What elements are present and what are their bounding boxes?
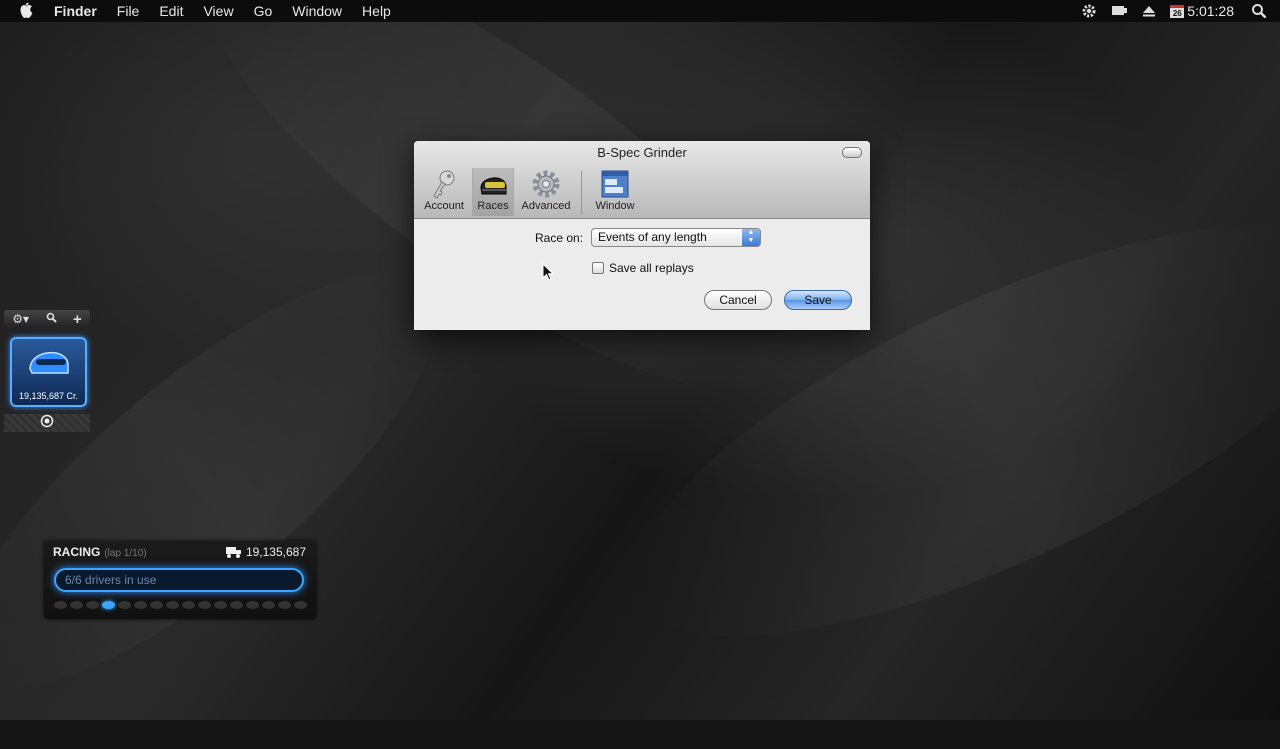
tab-advanced-label: Advanced <box>521 200 571 212</box>
driver-slot-icon <box>294 601 307 609</box>
helmet-icon <box>476 168 510 200</box>
save-replays-checkbox[interactable] <box>592 262 604 274</box>
drivers-progress-bar: 6/6 drivers in use <box>54 568 304 592</box>
driver-slot-icon <box>70 601 83 609</box>
racing-title: RACING (lap 1/10) <box>53 545 147 559</box>
racing-credits-value: 19,135,687 <box>245 545 306 559</box>
driver-slot-icon <box>118 601 131 609</box>
car-transporter-icon <box>225 547 241 558</box>
toolbar-separator <box>581 171 582 215</box>
menubar: Finder File Edit View Go Window Help 26 … <box>0 0 1280 22</box>
key-icon <box>427 168 461 200</box>
select-arrows-icon: ▲ ▼ <box>742 229 760 246</box>
add-icon[interactable]: + <box>73 311 82 328</box>
window-title: B-Spec Grinder <box>597 145 687 160</box>
tab-races-label: Races <box>477 200 509 212</box>
save-replays-label: Save all replays <box>609 261 694 275</box>
window-toolbar: B-Spec Grinder Account Races Advanced Wi… <box>414 141 870 219</box>
cancel-button[interactable]: Cancel <box>704 290 772 310</box>
tab-window[interactable]: Window <box>590 168 640 216</box>
toolbar-toggle-button[interactable] <box>842 147 862 158</box>
menu-help[interactable]: Help <box>352 0 401 22</box>
target-icon[interactable] <box>39 414 55 433</box>
driver-slot-icon <box>278 601 291 609</box>
mouse-cursor-icon <box>542 263 554 281</box>
spotlight-search-icon[interactable] <box>1248 0 1270 22</box>
save-replays-row[interactable]: Save all replays <box>592 261 694 275</box>
driver-slot-icon <box>150 601 163 609</box>
driver-slot-icon <box>182 601 195 609</box>
driver-slot-icon <box>134 601 147 609</box>
widget-toolbar: ⚙▾ + <box>4 310 90 328</box>
driver-card[interactable]: 19,135,687 Cr. <box>10 337 87 407</box>
driver-slot-icon <box>214 601 227 609</box>
tab-account[interactable]: Account <box>420 168 468 216</box>
save-button[interactable]: Save <box>784 290 852 310</box>
racing-status: RACING <box>53 545 101 559</box>
tab-advanced[interactable]: Advanced <box>516 168 576 216</box>
preferences-pane: Race on: Events of any length ▲ ▼ Save al… <box>414 219 870 330</box>
gear-icon[interactable] <box>1078 0 1100 22</box>
gear-icon <box>529 168 563 200</box>
driver-slot-icon <box>86 601 99 609</box>
driver-credits: 19,135,687 Cr. <box>18 391 79 401</box>
racing-status-widget: RACING (lap 1/10) 19,135,687 6/6 drivers … <box>44 541 316 619</box>
garage-widget: ⚙▾ + 19,135,687 Cr. <box>4 310 90 432</box>
menubar-clock[interactable]: 26 5:01:28 <box>1170 3 1234 19</box>
driver-slot-icon <box>198 601 211 609</box>
driver-slot-icon <box>102 601 115 609</box>
menu-edit[interactable]: Edit <box>149 0 193 22</box>
monitor-icon[interactable] <box>1108 0 1130 22</box>
driver-slot-icon <box>246 601 259 609</box>
menu-window[interactable]: Window <box>282 0 352 22</box>
driver-slot-icon <box>54 601 67 609</box>
calendar-icon: 26 <box>1170 4 1185 18</box>
driver-slots <box>54 601 310 609</box>
clock-time: 5:01:28 <box>1187 3 1234 19</box>
race-on-label: Race on: <box>535 231 584 245</box>
apple-menu-icon[interactable] <box>18 2 36 20</box>
driver-slot-icon <box>230 601 243 609</box>
race-on-select[interactable]: Events of any length ▲ ▼ <box>591 228 761 247</box>
settings-icon[interactable]: ⚙▾ <box>12 312 29 326</box>
driver-slot-icon <box>262 601 275 609</box>
menu-go[interactable]: Go <box>244 0 283 22</box>
preferences-window: B-Spec Grinder Account Races Advanced Wi… <box>414 141 870 330</box>
lap-counter: (lap 1/10) <box>104 548 147 559</box>
menu-finder[interactable]: Finder <box>50 0 107 22</box>
menubar-extras: 26 5:01:28 <box>1074 0 1280 22</box>
helmet-icon <box>29 351 69 374</box>
window-icon <box>598 168 632 200</box>
drivers-in-use: 6/6 drivers in use <box>65 573 157 587</box>
tab-races[interactable]: Races <box>472 168 514 216</box>
eject-icon[interactable] <box>1138 0 1160 22</box>
racing-credits: 19,135,687 <box>225 545 306 559</box>
driver-slot-icon <box>166 601 179 609</box>
widget-bottom-bar <box>4 414 90 432</box>
tab-window-label: Window <box>595 200 635 212</box>
search-icon[interactable] <box>46 312 57 326</box>
menu-file[interactable]: File <box>107 0 150 22</box>
tab-account-label: Account <box>424 200 464 212</box>
race-on-value: Events of any length <box>598 230 707 244</box>
menu-view[interactable]: View <box>193 0 243 22</box>
